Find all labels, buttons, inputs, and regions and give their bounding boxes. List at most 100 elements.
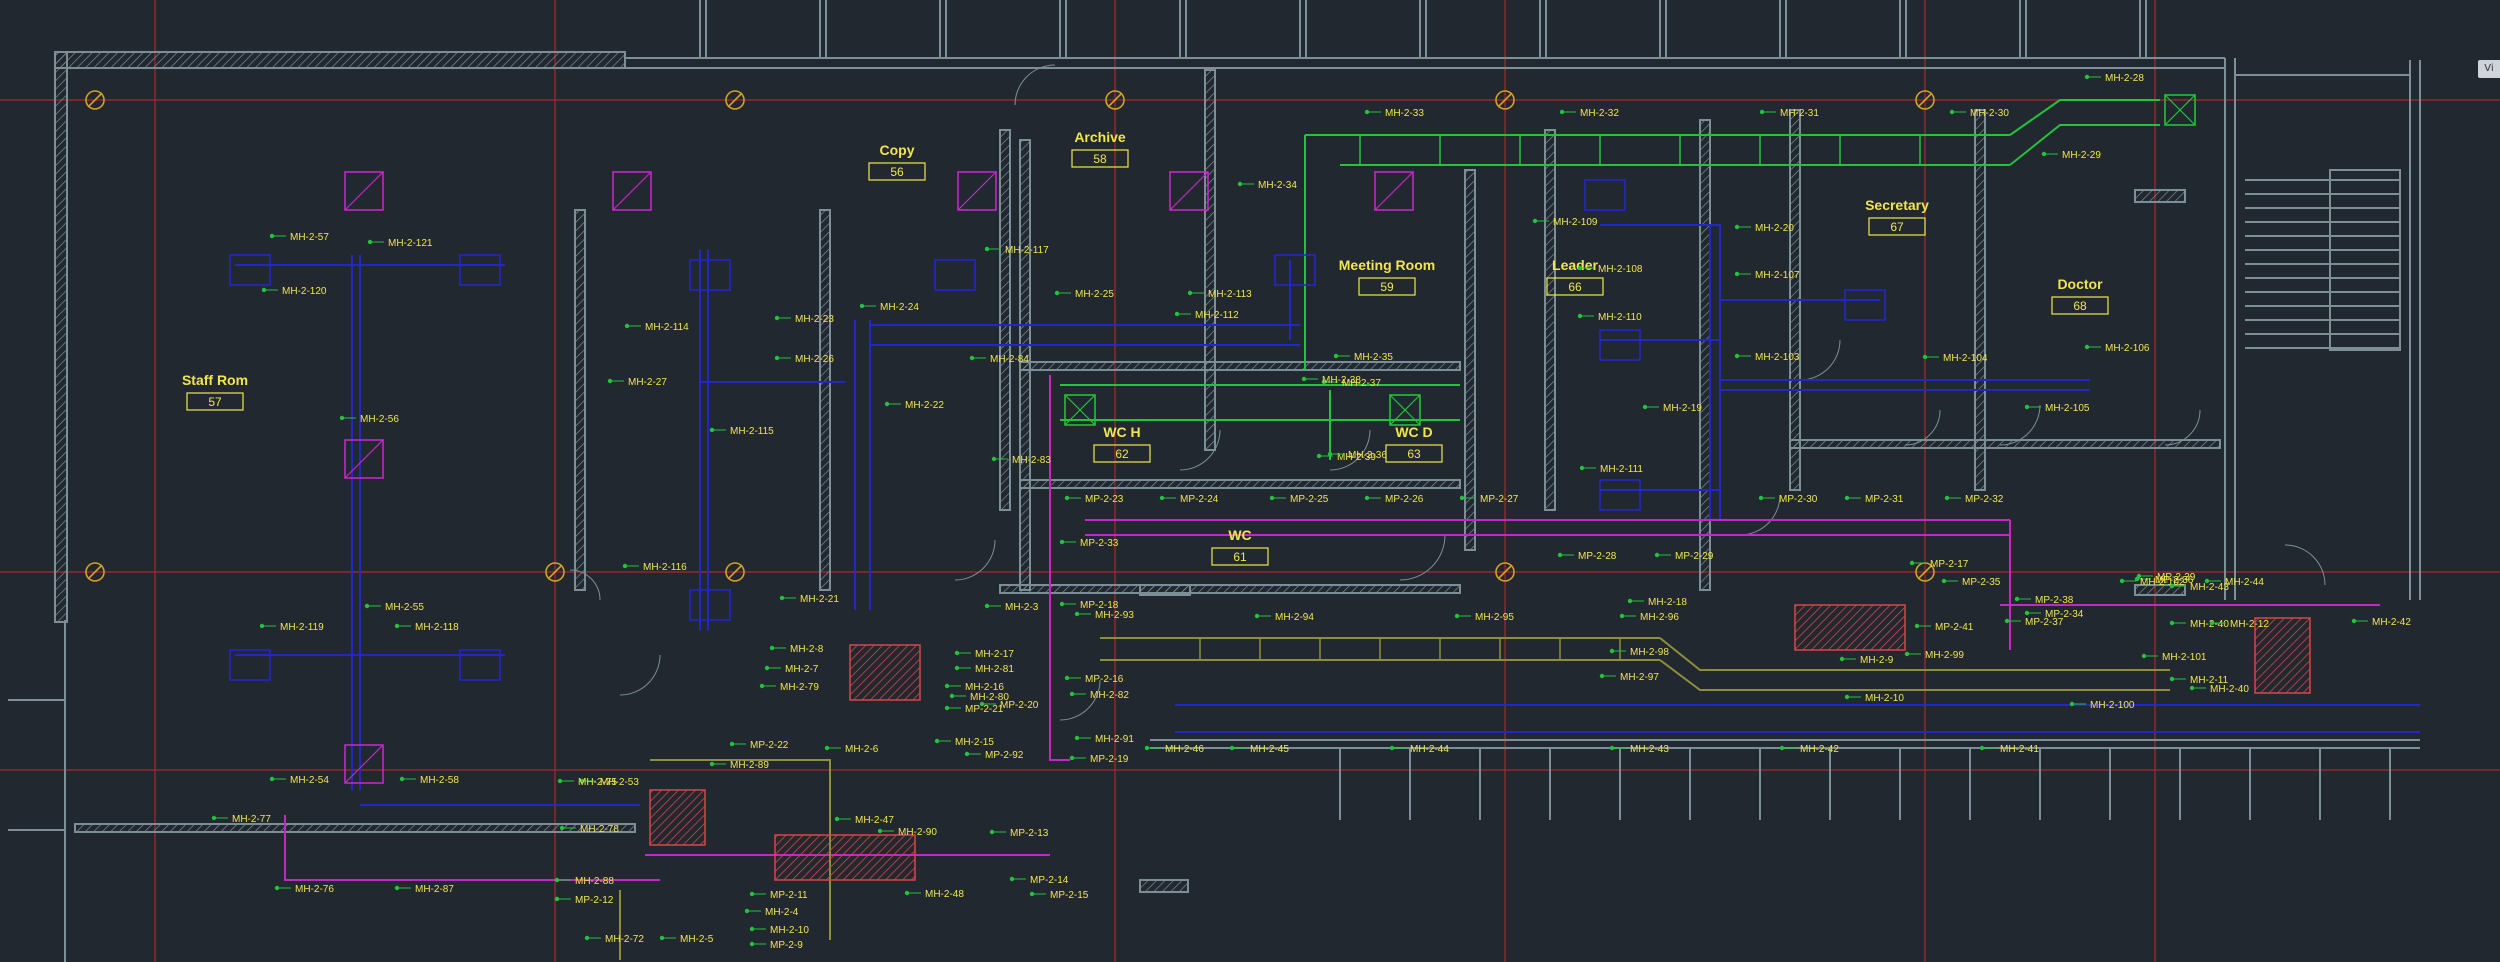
tag-anchor [964, 751, 970, 757]
tag-anchor [211, 815, 217, 821]
tag-anchor [2204, 578, 2210, 584]
tag-anchor [2169, 620, 2175, 626]
duct-tag: MP-2-31 [1865, 494, 1904, 505]
tag-anchor [954, 650, 960, 656]
duct-tag: MH-2-106 [2105, 343, 2150, 354]
tag-anchor [1174, 311, 1180, 317]
tag-anchor [1237, 181, 1243, 187]
tag-anchor [1979, 745, 1985, 751]
tag-anchor [1029, 891, 1035, 897]
tag-anchor [399, 776, 405, 782]
floor-plan-canvas[interactable]: Staff Rom 57 Copy 56 Archive 58 Meeting Room 59… [0, 0, 2500, 962]
tag-anchor [1316, 453, 1322, 459]
tag-anchor [394, 623, 400, 629]
tag-anchor [1254, 613, 1260, 619]
hatched-wall [54, 51, 68, 623]
duct-tag: MH-2-5 [680, 934, 714, 945]
tag-anchor [269, 233, 275, 239]
tag-anchor [1734, 224, 1740, 230]
corridor-wall [1789, 439, 2221, 449]
room-name: Copy [880, 142, 915, 158]
duct-tag: MH-2-57 [290, 232, 329, 243]
tag-anchor [749, 941, 755, 947]
partition-wall [1464, 169, 1476, 551]
tag-anchor [367, 239, 373, 245]
tag-anchor [584, 935, 590, 941]
tag-anchor [1074, 611, 1080, 617]
tag-anchor [759, 683, 765, 689]
tag-anchor [949, 693, 955, 699]
duct-tag: MH-2-30 [1970, 108, 2009, 119]
duct-tag: MP-2-22 [750, 740, 789, 751]
viewcube-icon[interactable]: Vi [2478, 60, 2500, 78]
duct-tag: MP-2-26 [1385, 494, 1424, 505]
duct-tag: MH-2-6 [845, 744, 879, 755]
duct-tag: MH-2-93 [1095, 610, 1134, 621]
hatched-wall [2134, 189, 2186, 203]
room-number: 59 [1380, 280, 1394, 294]
duct-tag: MH-2-22 [905, 400, 944, 411]
partition-wall [999, 129, 1011, 511]
air-handling-unit [774, 834, 916, 881]
duct-tag: MH-2-101 [2162, 652, 2207, 663]
duct-tag: MH-2-79 [780, 682, 819, 693]
duct-tag: MH-2-77 [232, 814, 271, 825]
duct-tag: MH-2-83 [1012, 455, 1051, 466]
tag-anchor [1642, 404, 1648, 410]
duct-tag: MH-2-116 [643, 562, 687, 573]
tag-anchor [557, 778, 563, 784]
tag-anchor [1364, 495, 1370, 501]
duct-tag: MH-2-56 [360, 414, 399, 425]
tag-anchor [1941, 578, 1947, 584]
duct-tag: MH-2-103 [1755, 352, 1800, 363]
duct-tag: MH-2-20 [1755, 223, 1794, 234]
duct-tag: MH-2-104 [1943, 353, 1988, 364]
tag-anchor [1389, 745, 1395, 751]
duct-tag: MH-2-55 [385, 602, 424, 613]
tag-anchor [2119, 578, 2125, 584]
room-name: Doctor [2057, 276, 2103, 292]
duct-tag: MH-2-46 [1165, 744, 1204, 755]
tag-anchor [659, 935, 665, 941]
duct-tag: MP-2-24 [1180, 494, 1219, 505]
room-number: 62 [1115, 447, 1129, 461]
tag-anchor [2189, 685, 2195, 691]
duct-tag: MP-2-9 [770, 940, 803, 951]
tag-anchor [954, 665, 960, 671]
tag-anchor [1301, 376, 1307, 382]
tag-anchor [979, 701, 985, 707]
duct-tag: MH-2-110 [1598, 312, 1642, 323]
duct-tag: MH-2-34 [1258, 180, 1297, 191]
duct-tag: MP-2-27 [1480, 494, 1519, 505]
room-number: 57 [208, 395, 222, 409]
duct-tag: MH-2-115 [730, 426, 774, 437]
tag-anchor [259, 623, 265, 629]
duct-tag: MP-2-25 [1290, 494, 1329, 505]
duct-tag: MH-2-95 [1475, 612, 1514, 623]
duct-tag: MP-2-21 [965, 704, 1004, 715]
room-name: WC H [1103, 424, 1140, 440]
tag-anchor [1009, 876, 1015, 882]
tag-anchor [1944, 495, 1950, 501]
hatched-wall [74, 823, 636, 833]
duct-tag: MH-2-45 [1250, 744, 1289, 755]
tag-anchor [2084, 74, 2090, 80]
tag-anchor [559, 825, 565, 831]
tag-anchor [1069, 691, 1075, 697]
tag-anchor [749, 891, 755, 897]
corridor-wall [999, 584, 1461, 594]
duct-tag: MP-2-16 [1085, 674, 1124, 685]
tag-anchor [394, 885, 400, 891]
corridor-wall [1019, 361, 1461, 371]
tag-anchor [984, 246, 990, 252]
tag-anchor [1459, 495, 1465, 501]
duct-tag: MH-2-28 [2105, 73, 2144, 84]
tag-anchor [1577, 313, 1583, 319]
tag-anchor [1333, 353, 1339, 359]
duct-tag: MH-2-26 [795, 354, 834, 365]
tag-anchor [554, 877, 560, 883]
duct-tag: MH-2-98 [1630, 647, 1669, 658]
room-number: 68 [2073, 299, 2087, 313]
tag-anchor [834, 816, 840, 822]
corridor-wall [1019, 479, 1461, 489]
